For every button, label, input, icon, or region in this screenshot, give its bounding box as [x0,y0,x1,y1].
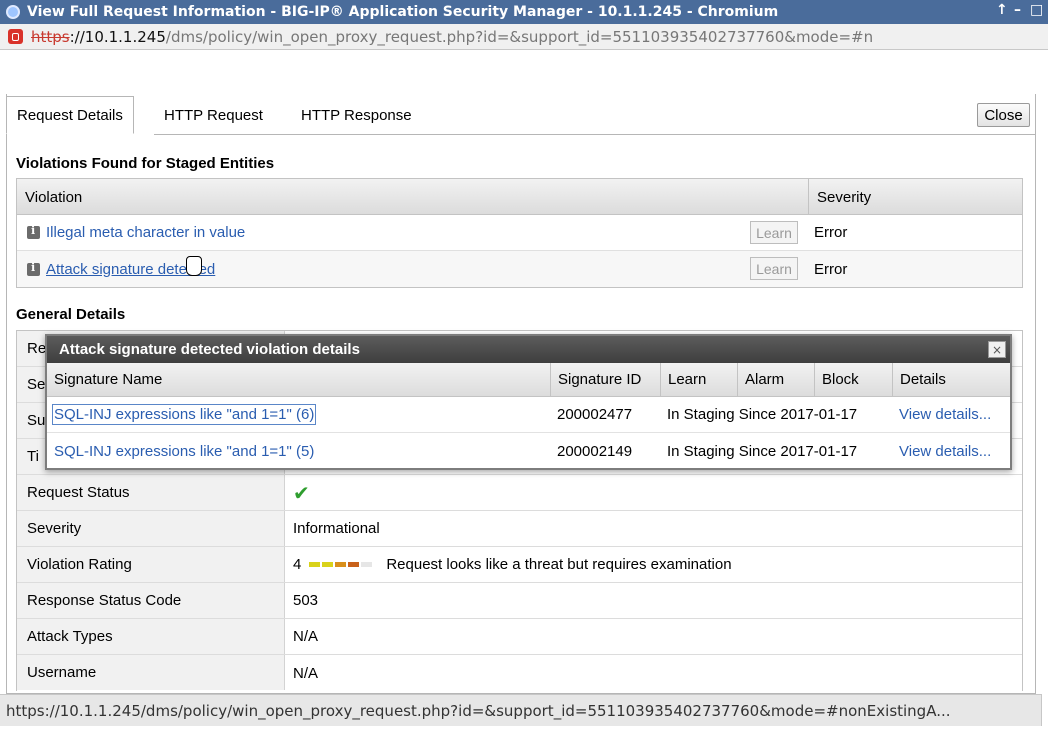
table-row: Response Status Code 503 [17,583,1022,619]
violation-link[interactable]: Illegal meta character in value [46,224,245,241]
table-row: Request Status ✔ [17,475,1022,511]
detail-label: Request Status [17,475,285,510]
signature-id: 200002477 [557,406,633,423]
signature-details-popup: Attack signature detected violation deta… [45,334,1012,470]
table-row: SQL-INJ expressions like "and 1=1" (6) 2… [47,397,1010,433]
popup-header: Attack signature detected violation deta… [47,336,1010,363]
col-alarm[interactable]: Alarm [737,363,814,396]
col-details[interactable]: Details [892,363,1010,396]
severity-value: Error [814,260,848,278]
minimize-icon[interactable]: – [1014,2,1021,18]
status-bar: https://10.1.1.245/dms/policy/win_open_p… [0,694,1042,726]
url-scheme: https [31,27,70,46]
signature-link[interactable]: SQL-INJ expressions like "and 1=1" (6) [51,404,317,425]
view-details-link[interactable]: View details... [899,406,991,423]
col-signature-id[interactable]: Signature ID [550,363,660,396]
learn-status: In Staging Since 2017-01-17 [667,442,858,460]
tab-divider [154,134,1036,135]
learn-button[interactable]: Learn [750,257,798,280]
col-severity[interactable]: Severity [808,179,1023,215]
url-path: /dms/policy/win_open_proxy_request.php?i… [165,27,874,46]
popup-title: Attack signature detected violation deta… [59,341,360,358]
violations-table: Violation Severity Illegal meta characte… [16,178,1023,288]
table-row: Attack signature detected Learn Error [17,251,1022,287]
rating-segment [309,562,321,567]
hand-cursor-icon [186,256,202,276]
tab-request-details[interactable]: Request Details [6,96,134,134]
rating-bar [309,562,374,567]
detail-value: N/A [293,664,319,682]
check-icon: ✔ [293,480,310,505]
rating-segment [322,562,334,567]
info-icon[interactable] [27,261,40,276]
window-title: View Full Request Information - BIG-IP® … [27,4,779,20]
detail-label: Username [17,655,285,690]
table-row: Username N/A [17,655,1022,691]
window-up-icon[interactable]: ↑ [996,2,1008,18]
info-icon[interactable] [27,224,40,239]
table-row: Illegal meta character in value Learn Er… [17,215,1022,251]
detail-value: 503 [293,592,319,609]
learn-status: In Staging Since 2017-01-17 [667,406,858,423]
tab-http-response[interactable]: HTTP Response [291,96,422,134]
col-block[interactable]: Block [814,363,892,396]
rating-segment [361,562,373,567]
rating-segment [348,562,360,567]
chromium-icon [6,5,20,19]
maximize-icon[interactable]: □ [1030,2,1043,18]
detail-label: Severity [17,511,285,546]
rating-number: 4 [293,556,302,573]
view-details-link[interactable]: View details... [899,443,991,460]
insecure-lock-icon[interactable] [8,29,23,44]
learn-button[interactable]: Learn [750,221,798,244]
col-signature-name[interactable]: Signature Name [47,363,550,396]
popup-table-header: Signature Name Signature ID Learn Alarm … [47,363,1010,397]
rating-text: Request looks like a threat but requires… [386,556,732,573]
detail-label: Attack Types [17,619,285,654]
tab-http-request[interactable]: HTTP Request [154,96,273,134]
detail-value: Informational [293,520,380,537]
signature-id: 200002149 [557,442,633,460]
col-violation[interactable]: Violation [17,179,82,215]
violations-header: Violation Severity [17,179,1022,215]
col-learn[interactable]: Learn [660,363,737,396]
severity-value: Error [814,224,848,241]
window-titlebar: View Full Request Information - BIG-IP® … [0,0,1048,24]
table-row: SQL-INJ expressions like "and 1=1" (5) 2… [47,433,1010,469]
popup-close-icon[interactable]: × [988,341,1006,358]
detail-value: N/A [293,628,319,645]
general-details-title: General Details [16,306,126,323]
table-row: Severity Informational [17,511,1022,547]
signature-link[interactable]: SQL-INJ expressions like "and 1=1" (5) [54,443,314,460]
detail-label: Violation Rating [17,547,285,582]
violations-title: Violations Found for Staged Entities [16,155,275,172]
close-button[interactable]: Close [977,103,1030,127]
url-host: ://10.1.1.245 [69,27,166,46]
detail-label: Response Status Code [17,583,285,618]
rating-segment [335,562,347,567]
table-row: Violation Rating 4 Request looks like a … [17,547,1022,583]
table-row: Attack Types N/A [17,619,1022,655]
url-bar[interactable]: https://10.1.1.245/dms/policy/win_open_p… [0,24,1048,50]
detail-value: 4 Request looks like a threat but requir… [293,556,732,573]
